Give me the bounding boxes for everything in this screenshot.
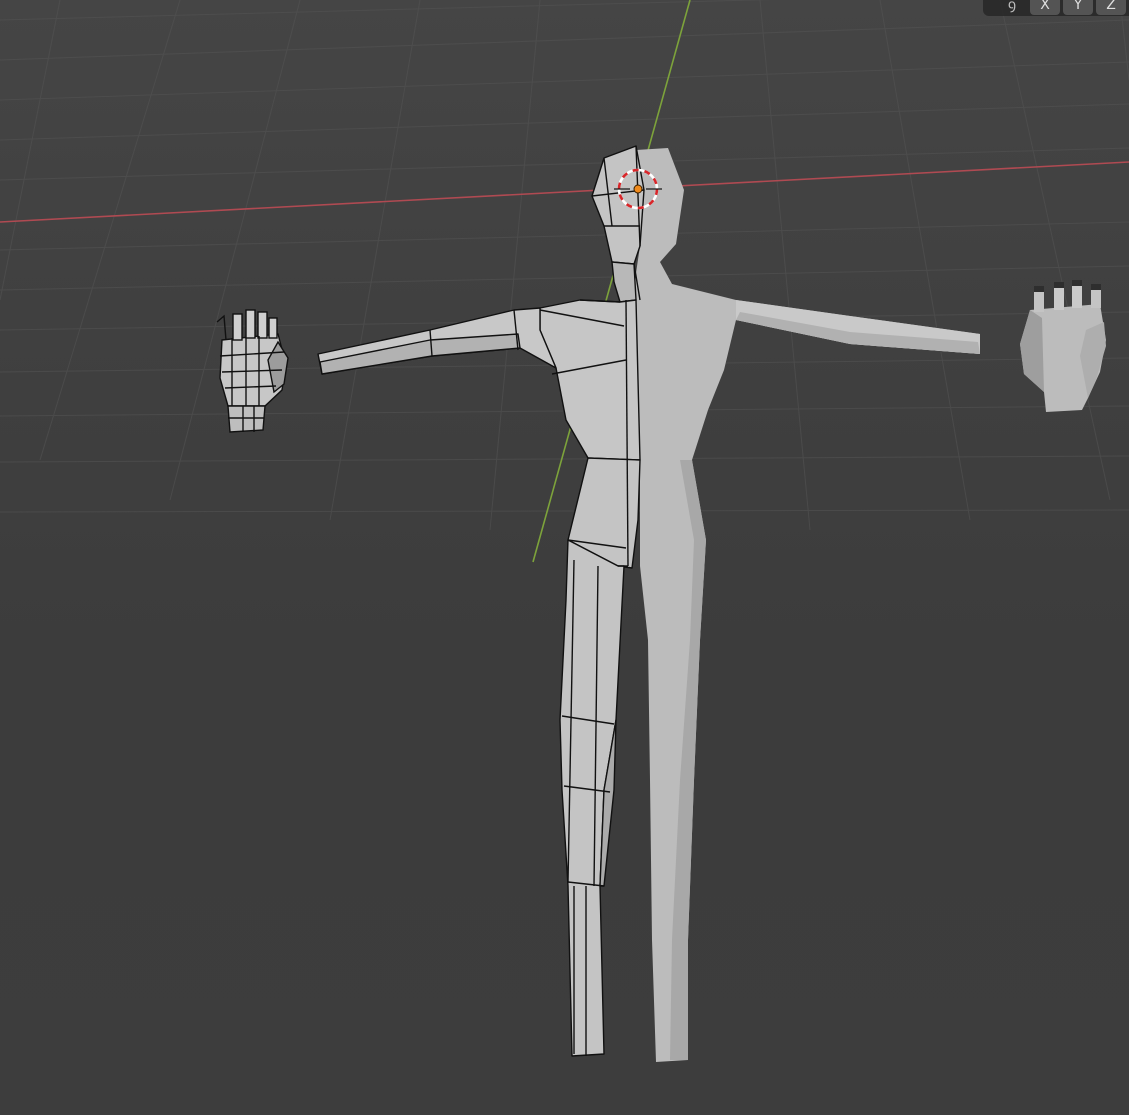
right-hand-mesh[interactable] — [1020, 280, 1106, 412]
mirror-z-button[interactable]: Z — [1096, 0, 1126, 15]
mirror-y-button[interactable]: Y — [1063, 0, 1093, 15]
mirror-axis-toolbar: ꝯ X Y Z — [983, 0, 1129, 16]
body-mesh[interactable] — [317, 145, 980, 1062]
mirror-x-button[interactable]: X — [1030, 0, 1060, 15]
3d-viewport[interactable]: ꝯ X Y Z — [0, 0, 1129, 1115]
viewport-scene[interactable] — [0, 0, 1129, 1115]
mirror-icon: ꝯ — [1007, 0, 1017, 13]
object-origin — [633, 184, 643, 194]
x-axis-line — [0, 161, 1129, 223]
